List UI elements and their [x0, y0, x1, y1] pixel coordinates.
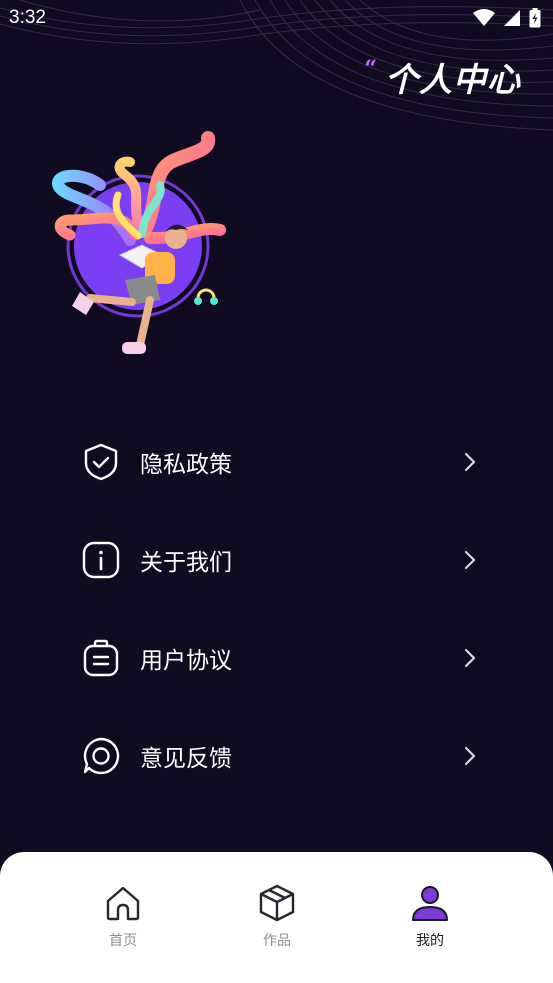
menu-item-label: 用户协议 [140, 648, 232, 674]
nav-item-home[interactable]: 首页 [83, 882, 163, 950]
page-title: 个人中心 [385, 60, 521, 99]
clipboard-icon [80, 637, 122, 679]
menu-item-privacy-policy[interactable]: 隐私政策 [80, 432, 480, 492]
chevron-right-icon [460, 450, 480, 474]
menu-item-feedback[interactable]: 意见反馈 [80, 726, 480, 786]
cube-icon [256, 882, 298, 924]
signal-icon [503, 9, 521, 31]
chevron-right-icon [460, 548, 480, 572]
status-bar: 3:32 [0, 0, 553, 38]
bottom-nav: 首页 作品 我的 [0, 852, 553, 983]
nav-label: 首页 [109, 933, 137, 949]
menu-item-label: 意见反馈 [140, 746, 232, 772]
chat-bubble-icon [80, 735, 122, 777]
shield-check-icon [80, 441, 122, 483]
chevron-right-icon [460, 646, 480, 670]
wifi-icon [473, 9, 495, 31]
menu-item-about-us[interactable]: 关于我们 [80, 530, 480, 590]
quote-mark: “ [364, 56, 377, 82]
person-reading-book-illustration [52, 131, 226, 354]
chevron-right-icon [460, 744, 480, 768]
nav-item-mine[interactable]: 我的 [390, 882, 470, 950]
battery-icon [529, 8, 541, 32]
user-icon [409, 882, 451, 924]
menu-item-label: 关于我们 [140, 550, 232, 576]
nav-item-works[interactable]: 作品 [237, 882, 317, 950]
home-icon [102, 882, 144, 924]
status-time: 3:32 [9, 7, 46, 28]
info-icon [80, 539, 122, 581]
nav-label: 作品 [263, 933, 291, 949]
menu-item-label: 隐私政策 [140, 452, 232, 478]
menu-item-user-agreement[interactable]: 用户协议 [80, 628, 480, 688]
page-header: “ 个人中心 [364, 58, 521, 102]
status-icons [473, 8, 541, 32]
nav-label: 我的 [416, 933, 444, 949]
